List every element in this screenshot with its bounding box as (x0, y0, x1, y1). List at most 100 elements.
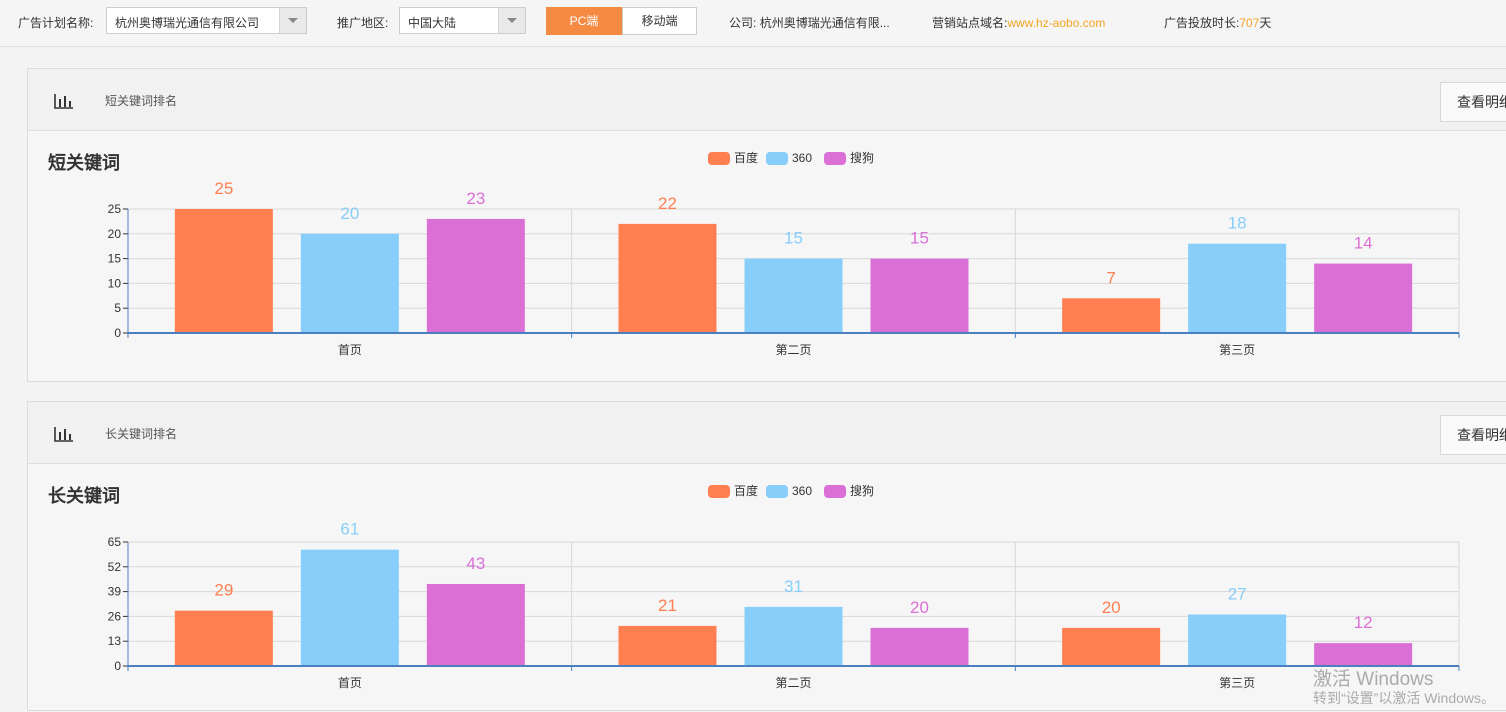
bar (1188, 614, 1287, 666)
duration-value: 707 (1239, 16, 1260, 30)
legend-swatch (824, 485, 846, 498)
bar-chart-icon (54, 94, 73, 109)
y-tick-label: 20 (108, 227, 122, 241)
region-label: 推广地区: (337, 16, 389, 30)
plan-label: 广告计划名称: (18, 16, 94, 30)
panel-title: 长关键词排名 (105, 427, 178, 441)
bar (300, 233, 399, 333)
bar (426, 583, 525, 666)
view-details-button[interactable]: 查看明细 (1440, 415, 1506, 455)
chart-title: 长关键词 (48, 485, 120, 506)
legend-swatch (824, 152, 846, 165)
legend-label: 百度 (734, 150, 758, 165)
legend-label: 搜狗 (850, 150, 874, 165)
data-label: 23 (466, 189, 485, 208)
y-tick-label: 39 (108, 585, 122, 599)
panel-header: 短关键词排名 查看明细 (28, 69, 1506, 131)
legend-swatch (766, 485, 788, 498)
view-details-button[interactable]: 查看明细 (1440, 82, 1506, 122)
legend-swatch (708, 152, 730, 165)
legend-label: 360 (792, 484, 812, 498)
y-tick-label: 0 (114, 326, 121, 340)
company-label: 公司: (729, 16, 757, 30)
legend-label: 搜狗 (850, 483, 874, 498)
y-tick-label: 26 (108, 609, 122, 623)
data-label: 20 (1102, 598, 1121, 617)
bar (174, 209, 273, 333)
data-label: 20 (340, 204, 359, 223)
data-label: 20 (910, 598, 929, 617)
top-filter-bar: 广告计划名称: 杭州奥博瑞光通信有限公司 推广地区: 中国大陆 PC端 移动端 … (0, 0, 1506, 47)
x-tick-label: 第二页 (775, 343, 811, 357)
y-tick-label: 5 (114, 301, 121, 315)
bar (174, 610, 273, 666)
data-label: 21 (658, 596, 677, 615)
domain-value[interactable]: www.hz-aobo.com (1007, 16, 1105, 30)
x-tick-label: 第三页 (1219, 676, 1255, 690)
data-label: 31 (784, 577, 803, 596)
data-label: 15 (910, 229, 929, 248)
data-label: 7 (1106, 268, 1115, 287)
bar (426, 218, 525, 333)
plan-select-value: 杭州奥博瑞光通信有限公司 (115, 16, 260, 30)
legend-label: 百度 (734, 483, 758, 498)
panel-title: 短关键词排名 (105, 94, 178, 108)
windows-activation-watermark: 激活 Windows (1313, 669, 1434, 690)
duration-info: 广告投放时长:707天 (1164, 14, 1271, 31)
short-keyword-panel: 短关键词排名 查看明细 短关键词 百度 360 搜狗 0 5 10 15 20 25 25 20 23 首… (27, 68, 1506, 382)
region-select-value: 中国大陆 (408, 16, 457, 30)
long-keyword-chart: 长关键词 百度 360 搜狗 0 13 26 39 52 65 29 61 43 首页 21 31 20 第二页 2… (48, 483, 1460, 690)
duration-unit: 天 (1259, 16, 1272, 30)
chevron-down-icon[interactable] (279, 8, 306, 33)
bar (300, 549, 399, 666)
bar-chart-icon (54, 427, 73, 442)
duration-label: 广告投放时长: (1164, 16, 1240, 30)
bar (1188, 243, 1287, 333)
bar (618, 223, 717, 333)
data-label: 22 (658, 194, 677, 213)
legend-label: 360 (792, 151, 812, 165)
x-tick-label: 首页 (338, 676, 362, 690)
region-select[interactable]: 中国大陆 (399, 7, 526, 34)
chevron-down-icon[interactable] (498, 8, 525, 33)
data-label: 18 (1228, 214, 1247, 233)
legend-swatch (708, 485, 730, 498)
pc-tab-button[interactable]: PC端 (546, 7, 622, 35)
data-label: 25 (214, 179, 233, 198)
short-keyword-chart: 短关键词 百度 360 搜狗 0 5 10 15 20 25 25 20 23 首页 22 15 15 第二页 7 1… (48, 150, 1460, 357)
data-label: 29 (214, 581, 233, 600)
bar (1314, 263, 1413, 333)
domain-info: 营销站点域名:www.hz-aobo.com (932, 14, 1105, 31)
data-label: 43 (466, 554, 485, 573)
x-tick-label: 第三页 (1219, 343, 1255, 357)
data-label: 12 (1354, 613, 1373, 632)
bar (1062, 627, 1161, 666)
data-label: 61 (340, 520, 359, 539)
bar (744, 606, 843, 666)
bar (870, 258, 969, 333)
x-tick-label: 第二页 (775, 676, 811, 690)
y-tick-label: 0 (114, 659, 121, 673)
x-tick-label: 首页 (338, 343, 362, 357)
data-label: 14 (1354, 234, 1373, 253)
bar (744, 258, 843, 333)
legend-swatch (766, 152, 788, 165)
y-tick-label: 25 (108, 202, 122, 216)
mobile-tab-button[interactable]: 移动端 (622, 7, 697, 35)
bar (870, 627, 969, 666)
panel-header: 长关键词排名 查看明细 (28, 402, 1506, 464)
data-label: 15 (784, 229, 803, 248)
data-label: 27 (1228, 584, 1247, 603)
y-tick-label: 10 (108, 276, 122, 290)
bar (1314, 643, 1413, 666)
y-tick-label: 13 (108, 634, 122, 648)
company-value: 杭州奥博瑞光通信有限... (759, 16, 890, 30)
y-tick-label: 65 (108, 535, 122, 549)
bar (1062, 298, 1161, 333)
plan-select[interactable]: 杭州奥博瑞光通信有限公司 (106, 7, 307, 34)
bar (618, 625, 717, 666)
domain-label: 营销站点域名: (932, 16, 1008, 30)
long-keyword-panel: 长关键词排名 查看明细 长关键词 百度 360 搜狗 0 13 26 39 52 65 29 61 43… (27, 401, 1506, 711)
company-info: 公司: 杭州奥博瑞光通信有限... (729, 14, 890, 31)
chart-title: 短关键词 (48, 152, 120, 173)
